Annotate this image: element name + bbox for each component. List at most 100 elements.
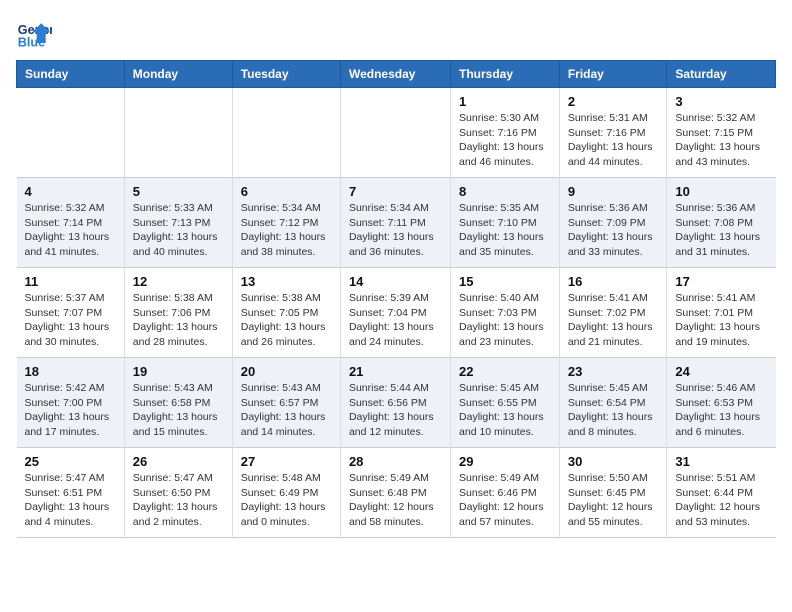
calendar-cell: 29 Sunrise: 5:49 AM Sunset: 6:46 PM Dayli… — [451, 448, 560, 538]
day-number: 13 — [241, 274, 332, 289]
day-number: 3 — [675, 94, 767, 109]
day-info: Sunrise: 5:35 AM Sunset: 7:10 PM Dayligh… — [459, 201, 551, 260]
day-info: Sunrise: 5:32 AM Sunset: 7:15 PM Dayligh… — [675, 111, 767, 170]
day-number: 16 — [568, 274, 659, 289]
day-info: Sunrise: 5:47 AM Sunset: 6:51 PM Dayligh… — [25, 471, 116, 530]
day-number: 21 — [349, 364, 442, 379]
day-number: 11 — [25, 274, 116, 289]
header-monday: Monday — [124, 61, 232, 88]
day-number: 8 — [459, 184, 551, 199]
day-number: 24 — [675, 364, 767, 379]
day-info: Sunrise: 5:36 AM Sunset: 7:08 PM Dayligh… — [675, 201, 767, 260]
calendar-cell: 13 Sunrise: 5:38 AM Sunset: 7:05 PM Dayli… — [232, 268, 340, 358]
calendar-cell: 5Sunrise: 5:33 AM Sunset: 7:13 PM Daylig… — [124, 178, 232, 268]
day-number: 23 — [568, 364, 659, 379]
calendar-cell: 15 Sunrise: 5:40 AM Sunset: 7:03 PM Dayli… — [451, 268, 560, 358]
calendar-cell: 23 Sunrise: 5:45 AM Sunset: 6:54 PM Dayli… — [559, 358, 667, 448]
day-info: Sunrise: 5:41 AM Sunset: 7:02 PM Dayligh… — [568, 291, 659, 350]
day-info: Sunrise: 5:33 AM Sunset: 7:13 PM Dayligh… — [133, 201, 224, 260]
calendar-table: SundayMondayTuesdayWednesdayThursdayFrid… — [16, 60, 776, 538]
calendar-cell: 2 Sunrise: 5:31 AM Sunset: 7:16 PM Daylig… — [559, 88, 667, 178]
calendar-cell: 19 Sunrise: 5:43 AM Sunset: 6:58 PM Dayli… — [124, 358, 232, 448]
day-number: 1 — [459, 94, 551, 109]
day-info: Sunrise: 5:42 AM Sunset: 7:00 PM Dayligh… — [25, 381, 116, 440]
day-number: 19 — [133, 364, 224, 379]
day-info: Sunrise: 5:39 AM Sunset: 7:04 PM Dayligh… — [349, 291, 442, 350]
calendar-cell: 22 Sunrise: 5:45 AM Sunset: 6:55 PM Dayli… — [451, 358, 560, 448]
day-info: Sunrise: 5:38 AM Sunset: 7:05 PM Dayligh… — [241, 291, 332, 350]
calendar-cell — [232, 88, 340, 178]
day-number: 31 — [675, 454, 767, 469]
day-number: 20 — [241, 364, 332, 379]
day-info: Sunrise: 5:50 AM Sunset: 6:45 PM Dayligh… — [568, 471, 659, 530]
day-info: Sunrise: 5:46 AM Sunset: 6:53 PM Dayligh… — [675, 381, 767, 440]
header-sunday: Sunday — [17, 61, 125, 88]
logo-icon: General Blue — [16, 16, 52, 52]
calendar-cell: 21 Sunrise: 5:44 AM Sunset: 6:56 PM Dayli… — [340, 358, 450, 448]
day-info: Sunrise: 5:45 AM Sunset: 6:54 PM Dayligh… — [568, 381, 659, 440]
calendar-cell: 4 Sunrise: 5:32 AM Sunset: 7:14 PM Daylig… — [17, 178, 125, 268]
calendar-cell: 30 Sunrise: 5:50 AM Sunset: 6:45 PM Dayli… — [559, 448, 667, 538]
day-info: Sunrise: 5:32 AM Sunset: 7:14 PM Dayligh… — [25, 201, 116, 260]
day-number: 29 — [459, 454, 551, 469]
day-info: Sunrise: 5:49 AM Sunset: 6:46 PM Dayligh… — [459, 471, 551, 530]
day-number: 25 — [25, 454, 116, 469]
week-row-3: 11Sunrise: 5:37 AM Sunset: 7:07 PM Dayli… — [17, 268, 776, 358]
day-info: Sunrise: 5:34 AM Sunset: 7:12 PM Dayligh… — [241, 201, 332, 260]
calendar-cell — [124, 88, 232, 178]
calendar-cell: 24 Sunrise: 5:46 AM Sunset: 6:53 PM Dayli… — [667, 358, 776, 448]
day-number: 10 — [675, 184, 767, 199]
calendar-cell: 31 Sunrise: 5:51 AM Sunset: 6:44 PM Dayli… — [667, 448, 776, 538]
day-number: 22 — [459, 364, 551, 379]
day-number: 6 — [241, 184, 332, 199]
calendar-cell: 20Sunrise: 5:43 AM Sunset: 6:57 PM Dayli… — [232, 358, 340, 448]
calendar-cell: 27Sunrise: 5:48 AM Sunset: 6:49 PM Dayli… — [232, 448, 340, 538]
calendar-cell: 16 Sunrise: 5:41 AM Sunset: 7:02 PM Dayli… — [559, 268, 667, 358]
header-thursday: Thursday — [451, 61, 560, 88]
day-info: Sunrise: 5:36 AM Sunset: 7:09 PM Dayligh… — [568, 201, 659, 260]
calendar-cell: 18 Sunrise: 5:42 AM Sunset: 7:00 PM Dayli… — [17, 358, 125, 448]
page-header: General Blue — [16, 16, 776, 52]
day-number: 26 — [133, 454, 224, 469]
day-info: Sunrise: 5:38 AM Sunset: 7:06 PM Dayligh… — [133, 291, 224, 350]
header-tuesday: Tuesday — [232, 61, 340, 88]
day-info: Sunrise: 5:44 AM Sunset: 6:56 PM Dayligh… — [349, 381, 442, 440]
day-info: Sunrise: 5:43 AM Sunset: 6:58 PM Dayligh… — [133, 381, 224, 440]
day-info: Sunrise: 5:41 AM Sunset: 7:01 PM Dayligh… — [675, 291, 767, 350]
calendar-cell: 6 Sunrise: 5:34 AM Sunset: 7:12 PM Daylig… — [232, 178, 340, 268]
day-info: Sunrise: 5:34 AM Sunset: 7:11 PM Dayligh… — [349, 201, 442, 260]
day-number: 12 — [133, 274, 224, 289]
day-number: 17 — [675, 274, 767, 289]
day-info: Sunrise: 5:30 AM Sunset: 7:16 PM Dayligh… — [459, 111, 551, 170]
calendar-cell: 8 Sunrise: 5:35 AM Sunset: 7:10 PM Daylig… — [451, 178, 560, 268]
calendar-cell: 11Sunrise: 5:37 AM Sunset: 7:07 PM Dayli… — [17, 268, 125, 358]
day-info: Sunrise: 5:45 AM Sunset: 6:55 PM Dayligh… — [459, 381, 551, 440]
day-info: Sunrise: 5:40 AM Sunset: 7:03 PM Dayligh… — [459, 291, 551, 350]
calendar-cell: 9Sunrise: 5:36 AM Sunset: 7:09 PM Daylig… — [559, 178, 667, 268]
day-number: 2 — [568, 94, 659, 109]
day-info: Sunrise: 5:49 AM Sunset: 6:48 PM Dayligh… — [349, 471, 442, 530]
calendar-cell: 14 Sunrise: 5:39 AM Sunset: 7:04 PM Dayli… — [340, 268, 450, 358]
calendar-cell: 1 Sunrise: 5:30 AM Sunset: 7:16 PM Daylig… — [451, 88, 560, 178]
logo: General Blue — [16, 16, 56, 52]
day-number: 18 — [25, 364, 116, 379]
week-row-5: 25 Sunrise: 5:47 AM Sunset: 6:51 PM Dayli… — [17, 448, 776, 538]
week-row-1: 1 Sunrise: 5:30 AM Sunset: 7:16 PM Daylig… — [17, 88, 776, 178]
day-number: 30 — [568, 454, 659, 469]
calendar-header-row: SundayMondayTuesdayWednesdayThursdayFrid… — [17, 61, 776, 88]
calendar-cell: 10 Sunrise: 5:36 AM Sunset: 7:08 PM Dayli… — [667, 178, 776, 268]
header-wednesday: Wednesday — [340, 61, 450, 88]
calendar-cell: 25 Sunrise: 5:47 AM Sunset: 6:51 PM Dayli… — [17, 448, 125, 538]
day-number: 4 — [25, 184, 116, 199]
calendar-cell — [17, 88, 125, 178]
calendar-cell: 12 Sunrise: 5:38 AM Sunset: 7:06 PM Dayli… — [124, 268, 232, 358]
week-row-2: 4 Sunrise: 5:32 AM Sunset: 7:14 PM Daylig… — [17, 178, 776, 268]
day-info: Sunrise: 5:51 AM Sunset: 6:44 PM Dayligh… — [675, 471, 767, 530]
day-number: 14 — [349, 274, 442, 289]
day-number: 27 — [241, 454, 332, 469]
day-info: Sunrise: 5:47 AM Sunset: 6:50 PM Dayligh… — [133, 471, 224, 530]
calendar-cell: 26 Sunrise: 5:47 AM Sunset: 6:50 PM Dayli… — [124, 448, 232, 538]
calendar-cell — [340, 88, 450, 178]
day-number: 15 — [459, 274, 551, 289]
day-info: Sunrise: 5:31 AM Sunset: 7:16 PM Dayligh… — [568, 111, 659, 170]
